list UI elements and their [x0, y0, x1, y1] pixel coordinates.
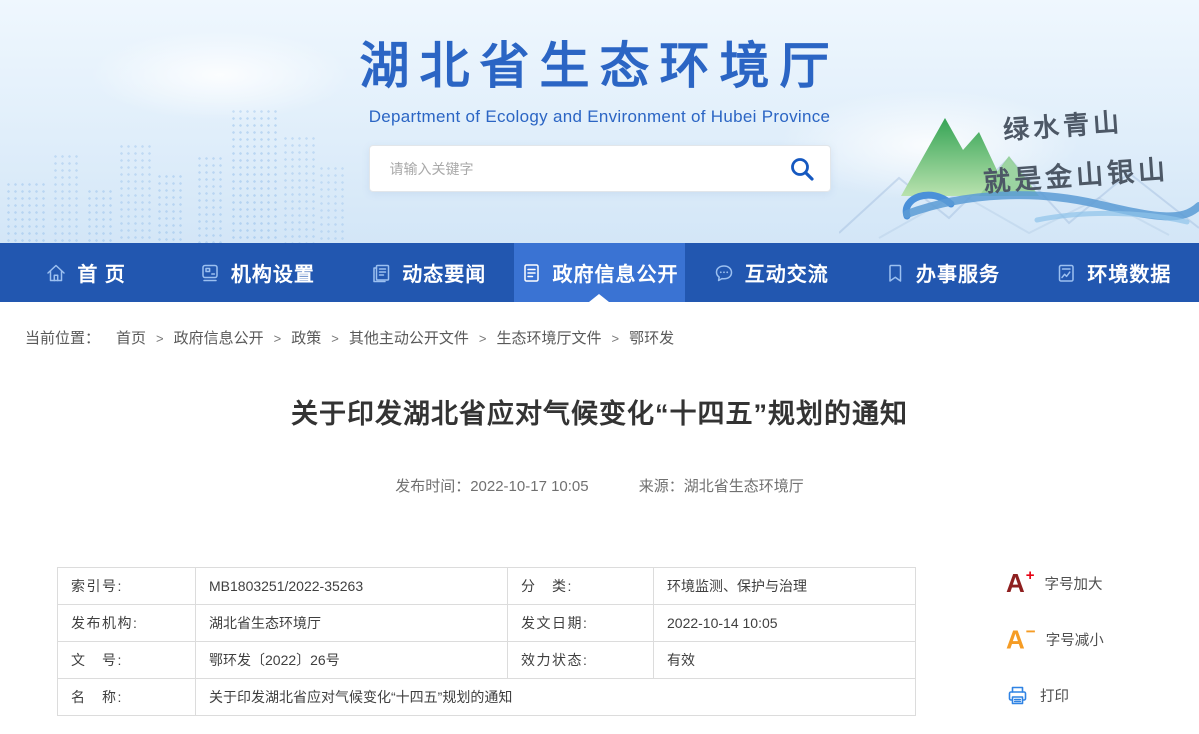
nav-item-label: 互动交流 — [745, 258, 829, 287]
org-icon — [199, 262, 221, 284]
nav-item-label: 办事服务 — [916, 258, 1000, 287]
breadcrumb-separator: > — [274, 331, 282, 346]
font-decrease-icon: A− — [1006, 625, 1035, 653]
font-decrease-label: 字号减小 — [1046, 629, 1104, 650]
nav-item-news[interactable]: 动态要闻 — [343, 243, 514, 302]
active-tab-arrow — [589, 294, 609, 302]
meta-label: 名 称: — [58, 679, 196, 716]
search-box — [369, 145, 831, 192]
table-row: 名 称:关于印发湖北省应对气候变化“十四五”规划的通知 — [58, 679, 916, 716]
breadcrumb-separator: > — [156, 331, 164, 346]
table-row: 文 号:鄂环发〔2022〕26号效力状态:有效 — [58, 642, 916, 679]
breadcrumb-separator: > — [611, 331, 619, 346]
breadcrumb-separator: > — [479, 331, 487, 346]
nav-item-label: 动态要闻 — [402, 258, 486, 287]
search-icon — [789, 156, 816, 183]
meta-value: 环境监测、保护与治理 — [654, 568, 916, 605]
breadcrumb-link[interactable]: 政府信息公开 — [174, 330, 264, 347]
data-icon — [1055, 262, 1077, 284]
meta-label: 效力状态: — [508, 642, 654, 679]
nav-item-home[interactable]: 首 页 — [0, 243, 171, 302]
font-increase-label: 字号加大 — [1045, 573, 1103, 594]
font-decrease-button[interactable]: A− 字号减小 — [1006, 622, 1104, 656]
breadcrumb-link[interactable]: 鄂环发 — [629, 330, 674, 347]
nav-item-data[interactable]: 环境数据 — [1028, 243, 1199, 302]
site-header: 绿水青山 就是金山银山 湖北省生态环境厅 Department of Ecolo… — [0, 0, 1199, 243]
search-input[interactable] — [370, 146, 830, 191]
meta-label: 文 号: — [58, 642, 196, 679]
nav-item-bookmark[interactable]: 办事服务 — [856, 243, 1027, 302]
print-button[interactable]: 打印 — [1006, 678, 1104, 712]
nav-item-label: 机构设置 — [231, 258, 315, 287]
chat-icon — [713, 262, 735, 284]
tools-rail: A+ 字号加大 A− 字号减小 打印 — [1006, 566, 1104, 734]
breadcrumb-items: 首页 > 政府信息公开 > 政策 > 其他主动公开文件 > 生态环境厅文件 > 鄂环发 — [116, 330, 674, 347]
main-nav: 首 页 机构设置 动态要闻 政府信息公开 互动交流 办事服务 环境数据 — [0, 243, 1199, 302]
breadcrumb-link[interactable]: 其他主动公开文件 — [349, 330, 469, 347]
doc-icon — [520, 262, 542, 284]
meta-label: 发布机构: — [58, 605, 196, 642]
breadcrumb-link[interactable]: 首页 — [116, 330, 146, 347]
nav-item-doc[interactable]: 政府信息公开 — [514, 243, 685, 302]
breadcrumb-link[interactable]: 政策 — [291, 330, 321, 347]
print-label: 打印 — [1040, 685, 1069, 706]
font-increase-button[interactable]: A+ 字号加大 — [1006, 566, 1104, 600]
publish-time: 发布时间：2022-10-17 10:05 — [395, 478, 588, 495]
meta-label: 发文日期: — [508, 605, 654, 642]
nav-item-chat[interactable]: 互动交流 — [685, 243, 856, 302]
article-meta: 发布时间：2022-10-17 10:05 来源：湖北省生态环境厅 — [0, 475, 1199, 496]
meta-value: 关于印发湖北省应对气候变化“十四五”规划的通知 — [196, 679, 916, 716]
print-icon — [1006, 684, 1029, 707]
meta-value: 2022-10-14 10:05 — [654, 605, 916, 642]
page-title: 关于印发湖北省应对气候变化“十四五”规划的通知 — [0, 392, 1199, 431]
meta-value: 鄂环发〔2022〕26号 — [196, 642, 508, 679]
meta-table-body: 索引号:MB1803251/2022-35263分 类:环境监测、保护与治理发布… — [58, 568, 916, 716]
nav-item-org[interactable]: 机构设置 — [171, 243, 342, 302]
breadcrumb-label: 当前位置： — [25, 330, 100, 347]
table-row: 发布机构:湖北省生态环境厅发文日期:2022-10-14 10:05 — [58, 605, 916, 642]
meta-value: MB1803251/2022-35263 — [196, 568, 508, 605]
meta-label: 索引号: — [58, 568, 196, 605]
nav-item-label: 首 页 — [77, 258, 126, 287]
skyline-building — [86, 188, 112, 243]
nav-item-label: 环境数据 — [1087, 258, 1171, 287]
meta-value: 有效 — [654, 642, 916, 679]
nav-item-label: 政府信息公开 — [552, 258, 678, 287]
site-title: 湖北省生态环境厅 — [0, 26, 1199, 98]
table-row: 索引号:MB1803251/2022-35263分 类:环境监测、保护与治理 — [58, 568, 916, 605]
news-icon — [370, 262, 392, 284]
font-increase-icon: A+ — [1006, 570, 1034, 596]
search-button[interactable] — [789, 156, 816, 183]
breadcrumb-link[interactable]: 生态环境厅文件 — [496, 330, 601, 347]
breadcrumb-separator: > — [331, 331, 339, 346]
breadcrumb: 当前位置： 首页 > 政府信息公开 > 政策 > 其他主动公开文件 > 生态环境厅文件 > 鄂环发 — [0, 302, 1199, 358]
meta-table: 索引号:MB1803251/2022-35263分 类:环境监测、保护与治理发布… — [57, 567, 916, 716]
home-icon — [45, 262, 67, 284]
site-subtitle: Department of Ecology and Environment of… — [0, 107, 1199, 127]
meta-label: 分 类: — [508, 568, 654, 605]
bookmark-icon — [884, 262, 906, 284]
meta-value: 湖北省生态环境厅 — [196, 605, 508, 642]
source: 来源：湖北省生态环境厅 — [639, 478, 804, 495]
